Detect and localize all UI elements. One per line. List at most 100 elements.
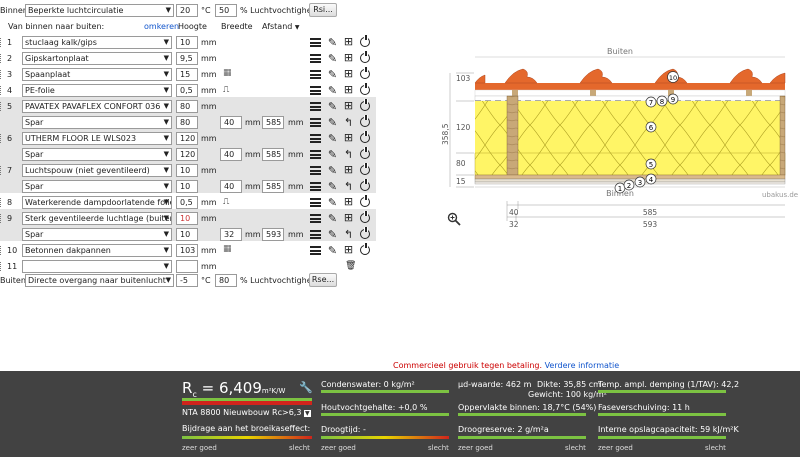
undo-icon[interactable]: ↰ xyxy=(342,116,355,129)
pencil-icon[interactable]: ✎ xyxy=(326,52,339,65)
pencil-icon[interactable]: ✎ xyxy=(326,164,339,177)
sub-height-input[interactable]: 10 xyxy=(176,228,198,241)
outside-rh-input[interactable]: 80 xyxy=(215,274,237,287)
layer-material-select[interactable]: Spaanplaat ▼ xyxy=(22,68,172,81)
drag-handle[interactable] xyxy=(0,246,2,255)
menu-icon[interactable] xyxy=(310,70,321,79)
add-layer-icon[interactable]: ⊞ xyxy=(342,131,355,144)
drag-handle[interactable] xyxy=(0,198,2,207)
outside-climate-select[interactable]: Directe overgang naar buitenlucht ▼ xyxy=(25,274,174,287)
power-icon[interactable] xyxy=(360,243,370,255)
sub-distance-input[interactable]: 585 xyxy=(262,148,284,161)
inside-temp-input[interactable]: 20 xyxy=(176,4,198,17)
drag-handle[interactable] xyxy=(0,54,2,63)
layer-material-select[interactable]: Waterkerende dampdoorlatende folie ▼ xyxy=(22,196,172,209)
power-icon[interactable] xyxy=(360,51,370,63)
layer-height-input[interactable]: 10 xyxy=(176,212,198,225)
add-layer-icon[interactable]: ⊞ xyxy=(342,67,355,80)
sub-material-select[interactable]: Spar ▼ xyxy=(22,116,172,129)
power-icon[interactable] xyxy=(360,147,370,159)
add-layer-icon[interactable]: ⊞ xyxy=(342,243,355,256)
power-icon[interactable] xyxy=(360,115,370,127)
layer-height-input[interactable]: 120 xyxy=(176,132,198,145)
drag-handle[interactable] xyxy=(0,262,2,271)
sub-material-select[interactable]: Spar ▼ xyxy=(22,180,172,193)
layer-material-select[interactable]: Luchtspouw (niet geventileerd) ▼ xyxy=(22,164,172,177)
standard-select[interactable]: NTA 8800 Nieuwbouw Rc>6,3 ▼ xyxy=(182,408,311,417)
inside-climate-select[interactable]: Beperkte luchtcirculatie ▼ xyxy=(25,4,174,17)
distance-column-header[interactable]: Afstand ▼ xyxy=(262,22,300,31)
add-layer-icon[interactable]: ⊞ xyxy=(342,35,355,48)
drag-handle[interactable] xyxy=(0,166,2,175)
drag-handle[interactable] xyxy=(0,134,2,143)
menu-icon[interactable] xyxy=(310,150,321,159)
rse-button[interactable]: Rse... xyxy=(309,273,337,287)
layer-height-input[interactable] xyxy=(176,260,198,273)
membrane-icon[interactable]: ⎍ xyxy=(223,84,229,97)
notice-link[interactable]: Verdere informatie xyxy=(545,361,620,370)
menu-icon[interactable] xyxy=(310,166,321,175)
menu-icon[interactable] xyxy=(310,198,321,207)
sub-width-input[interactable]: 40 xyxy=(220,180,242,193)
wrench-icon[interactable]: 🔧 xyxy=(299,381,313,394)
add-layer-icon[interactable]: ⊞ xyxy=(342,195,355,208)
power-icon[interactable] xyxy=(360,35,370,47)
inside-rh-input[interactable]: 50 xyxy=(215,4,237,17)
pencil-icon[interactable]: ✎ xyxy=(326,84,339,97)
power-icon[interactable] xyxy=(360,163,370,175)
drag-handle[interactable] xyxy=(0,38,2,47)
pencil-icon[interactable]: ✎ xyxy=(326,196,339,209)
layer-height-input[interactable]: 0,5 xyxy=(176,196,198,209)
layer-material-select[interactable]: Betonnen dakpannen ▼ xyxy=(22,244,172,257)
undo-icon[interactable]: ↰ xyxy=(342,228,355,241)
pencil-icon[interactable]: ✎ xyxy=(326,148,339,161)
layer-material-select[interactable]: PE-folie ▼ xyxy=(22,84,172,97)
membrane-icon[interactable]: ⎍ xyxy=(223,196,229,209)
drag-handle[interactable] xyxy=(0,214,2,223)
pencil-icon[interactable]: ✎ xyxy=(326,244,339,257)
sub-distance-input[interactable]: 593 xyxy=(262,228,284,241)
pencil-icon[interactable]: ✎ xyxy=(326,68,339,81)
power-icon[interactable] xyxy=(360,67,370,79)
add-layer-icon[interactable]: ⊞ xyxy=(342,83,355,96)
layer-material-select[interactable]: Gipskartonplaat ▼ xyxy=(22,52,172,65)
layer-height-input[interactable]: 10 xyxy=(176,36,198,49)
add-layer-icon[interactable]: ⊞ xyxy=(342,99,355,112)
pencil-icon[interactable]: ✎ xyxy=(326,100,339,113)
layer-height-input[interactable]: 15 xyxy=(176,68,198,81)
power-icon[interactable] xyxy=(360,227,370,239)
power-icon[interactable] xyxy=(360,83,370,95)
zoom-icon[interactable] xyxy=(447,212,461,226)
sub-material-select[interactable]: Spar ▼ xyxy=(22,228,172,241)
power-icon[interactable] xyxy=(360,195,370,207)
pencil-icon[interactable]: ✎ xyxy=(326,212,339,225)
drag-handle[interactable] xyxy=(0,70,2,79)
outside-temp-input[interactable]: -5 xyxy=(176,274,198,287)
layer-height-input[interactable]: 0,5 xyxy=(176,84,198,97)
power-icon[interactable] xyxy=(360,179,370,191)
sub-distance-input[interactable]: 585 xyxy=(262,180,284,193)
pencil-icon[interactable]: ✎ xyxy=(326,180,339,193)
layer-material-select[interactable]: PAVATEX PAVAFLEX CONFORT 036 ▼ xyxy=(22,100,172,113)
trash-icon[interactable]: 🗑 xyxy=(345,260,356,273)
pattern-icon[interactable]: ▦ xyxy=(223,67,232,80)
layer-material-select[interactable]: stuclaag kalk/gips ▼ xyxy=(22,36,172,49)
sub-distance-input[interactable]: 585 xyxy=(262,116,284,129)
pencil-icon[interactable]: ✎ xyxy=(326,116,339,129)
rsi-button[interactable]: Rsi... xyxy=(309,3,337,17)
sub-width-input[interactable]: 32 xyxy=(220,228,242,241)
pencil-icon[interactable]: ✎ xyxy=(326,132,339,145)
menu-icon[interactable] xyxy=(310,182,321,191)
menu-icon[interactable] xyxy=(310,118,321,127)
layer-material-select[interactable]: Sterk geventileerde luchtlage (buiten ▼ xyxy=(22,212,172,225)
undo-icon[interactable]: ↰ xyxy=(342,180,355,193)
menu-icon[interactable] xyxy=(310,38,321,47)
add-layer-icon[interactable]: ⊞ xyxy=(342,211,355,224)
pattern-icon[interactable]: ▦ xyxy=(223,243,232,256)
menu-icon[interactable] xyxy=(310,54,321,63)
layer-height-input[interactable]: 9,5 xyxy=(176,52,198,65)
layer-height-input[interactable]: 10 xyxy=(176,164,198,177)
sub-width-input[interactable]: 40 xyxy=(220,148,242,161)
layer-material-select[interactable]: ▼ xyxy=(22,260,172,273)
sub-height-input[interactable]: 80 xyxy=(176,116,198,129)
